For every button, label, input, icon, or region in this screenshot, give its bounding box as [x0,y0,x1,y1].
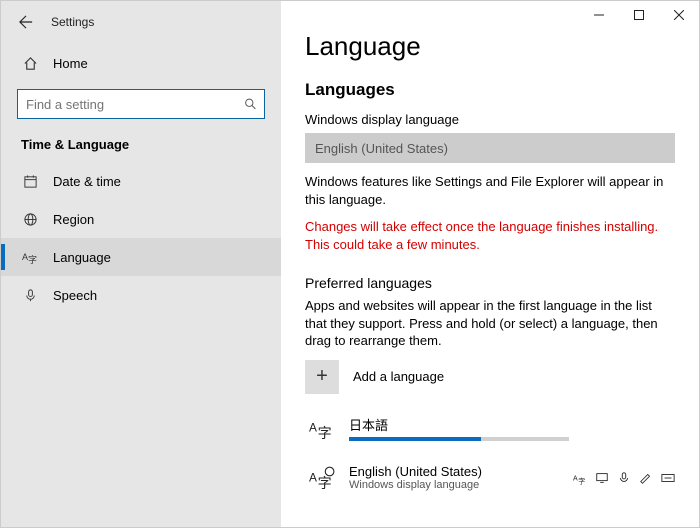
language-glyph-globe-icon: A字 [305,465,339,491]
svg-text:A: A [309,470,317,484]
sidebar-item-region[interactable]: Region [1,200,281,238]
window-controls [579,1,699,29]
sidebar-item-label: Language [53,250,111,265]
main-panel: Language Languages Windows display langu… [281,1,699,527]
display-language-label: Windows display language [305,112,675,127]
close-button[interactable] [659,1,699,29]
sidebar-item-label: Region [53,212,94,227]
language-icon: A字 [21,249,39,265]
add-language-button[interactable]: + Add a language [305,360,675,394]
svg-text:字: 字 [318,425,332,441]
search-input[interactable] [17,89,265,119]
svg-text:A: A [309,420,317,434]
sidebar-item-speech[interactable]: Speech [1,276,281,314]
preferred-languages-header: Preferred languages [305,275,675,291]
language-glyph-icon: A字 [305,415,339,441]
language-name: English (United States) [349,464,573,479]
home-icon [21,56,39,71]
search-icon [244,98,257,111]
install-progress [349,437,569,441]
sidebar: Settings Home Time & Language Date & tim… [1,1,281,527]
display-language-desc: Windows features like Settings and File … [305,173,675,208]
svg-text:字: 字 [28,254,37,265]
microphone-icon [21,288,39,303]
sidebar-item-language[interactable]: A字 Language [1,238,281,276]
sidebar-item-label: Speech [53,288,97,303]
svg-text:A: A [573,475,578,482]
globe-icon [21,212,39,227]
language-feature-badges: A字 [573,471,675,485]
back-button[interactable] [11,7,41,37]
window-title: Settings [51,15,94,29]
titlebar-left: Settings [1,7,281,37]
display-language-value: English (United States) [315,141,448,156]
language-item-english-us[interactable]: A字 English (United States) Windows displ… [305,458,675,498]
svg-text:字: 字 [318,475,332,491]
plus-icon: + [305,360,339,394]
text-to-speech-icon: A字 [573,471,587,485]
sidebar-home-label: Home [53,56,88,71]
display-icon [595,471,609,485]
sidebar-section-header: Time & Language [1,137,281,162]
add-language-label: Add a language [353,369,444,384]
calendar-icon [21,174,39,189]
maximize-button[interactable] [619,1,659,29]
language-name: 日本語 [349,415,675,434]
speech-icon [617,471,631,485]
display-language-dropdown[interactable]: English (United States) [305,133,675,163]
search-box[interactable] [17,89,265,119]
preferred-languages-desc: Apps and websites will appear in the fir… [305,297,675,350]
sidebar-home[interactable]: Home [1,45,281,81]
page-title: Language [305,31,675,62]
language-subtitle: Windows display language [349,479,573,491]
language-item-japanese[interactable]: A字 日本語 [305,408,675,448]
minimize-button[interactable] [579,1,619,29]
svg-text:字: 字 [578,476,585,485]
display-language-warning: Changes will take effect once the langua… [305,218,675,253]
sidebar-item-date-time[interactable]: Date & time [1,162,281,200]
handwriting-icon [639,471,653,485]
keyboard-icon [661,471,675,485]
sidebar-item-label: Date & time [53,174,121,189]
languages-header: Languages [305,80,675,100]
